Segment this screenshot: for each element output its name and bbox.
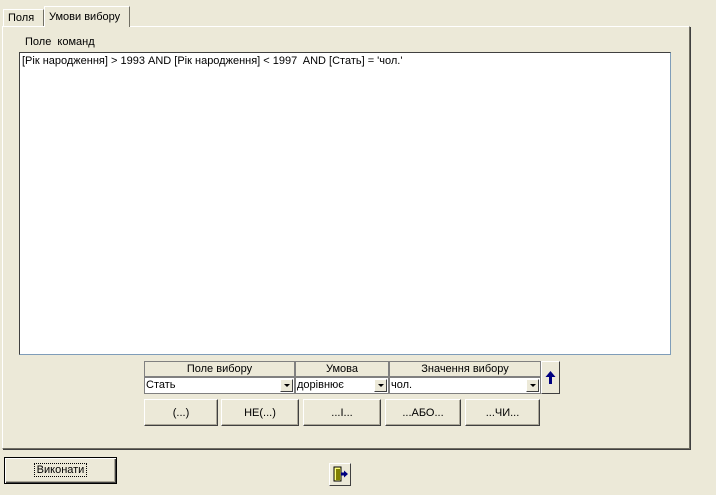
command-memo-text: [Рік народження] > 1993 AND [Рік народже…	[22, 55, 403, 67]
add-condition-button[interactable]	[541, 361, 560, 394]
exit-door-icon	[333, 466, 348, 482]
grid-header-condition: Умова	[295, 361, 389, 377]
condition-select[interactable]: дорівнює	[295, 377, 389, 394]
field-select-value: Стать	[146, 379, 176, 391]
chevron-down-icon[interactable]	[280, 379, 293, 392]
command-memo[interactable]: [Рік народження] > 1993 AND [Рік народже…	[19, 52, 671, 355]
grid-header-value: Значення вибору	[389, 361, 541, 377]
tab-selection-conditions[interactable]: Умови вибору	[44, 6, 130, 27]
tab-selection-conditions-label: Умови вибору	[49, 11, 121, 23]
or-alt-button[interactable]: ...ЧИ...	[465, 399, 540, 426]
tab-fields-label: Поля	[8, 12, 35, 24]
exit-button[interactable]	[329, 463, 351, 486]
value-select[interactable]: чол.	[389, 377, 541, 394]
grid-header-field: Поле вибору	[144, 361, 295, 377]
field-select[interactable]: Стать	[144, 377, 295, 394]
chevron-down-icon[interactable]	[374, 379, 387, 392]
arrow-up-icon	[545, 371, 556, 384]
chevron-down-icon[interactable]	[526, 379, 539, 392]
not-button[interactable]: НЕ(...)	[221, 399, 299, 426]
value-select-value: чол.	[391, 379, 413, 391]
group-parentheses-button[interactable]: (...)	[144, 399, 218, 426]
execute-button[interactable]: Виконати	[4, 457, 117, 484]
command-field-label: Поле команд	[25, 36, 95, 48]
tab-fields[interactable]: Поля	[3, 9, 44, 26]
condition-select-value: дорівнює	[297, 379, 344, 391]
and-button[interactable]: ...І...	[303, 399, 381, 426]
or-button[interactable]: ...АБО...	[385, 399, 461, 426]
execute-button-label: Виконати	[33, 463, 88, 477]
